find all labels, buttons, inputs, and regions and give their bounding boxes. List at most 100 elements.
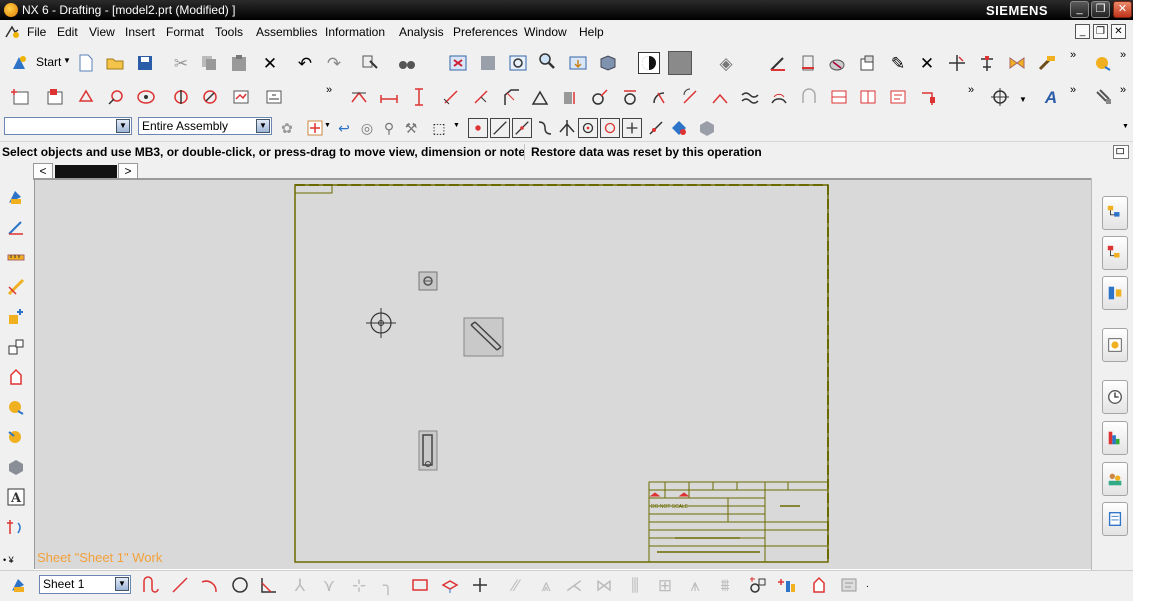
sheet-select[interactable]: Sheet 1 ▼ — [39, 575, 131, 594]
snap-mid-point-icon[interactable] — [512, 118, 532, 138]
overflow-chevron-icon-6[interactable]: » — [1120, 84, 1126, 96]
show-constraints-icon[interactable]: ⩚ — [684, 574, 706, 596]
ordinate-origin-icon[interactable] — [4, 515, 28, 539]
snap-control-point-icon[interactable] — [534, 117, 556, 139]
overflow-chevron-icon-4[interactable]: » — [968, 84, 974, 96]
dimension-style-icon[interactable] — [4, 275, 28, 299]
radius-dimension-icon[interactable] — [649, 86, 671, 108]
snap-existing-point-icon[interactable] — [622, 118, 642, 138]
parallel-dimension-icon[interactable] — [440, 86, 462, 108]
snap-end-point-icon[interactable] — [490, 118, 510, 138]
project-curve-icon[interactable]: ⋈ — [593, 574, 615, 596]
chamfer-icon[interactable]: ⅄ — [289, 574, 311, 596]
point-constructor-icon[interactable] — [668, 117, 690, 139]
center-mark-dropdown-icon[interactable]: ▼ — [1019, 95, 1027, 104]
cut-icon[interactable]: ✂ — [170, 52, 192, 74]
thickness-dimension-icon[interactable] — [739, 86, 761, 108]
nx-app-icon[interactable] — [4, 3, 18, 17]
mirror-curve-icon[interactable]: ⩓ — [535, 574, 557, 596]
roles-tab[interactable] — [1102, 462, 1128, 496]
general-selection-filter-icon[interactable]: ✿ — [276, 117, 298, 139]
start-icon[interactable] — [8, 52, 30, 74]
rectangle-select-dropdown-icon[interactable]: ▼ — [453, 122, 460, 129]
convert-reference-icon[interactable] — [747, 574, 769, 596]
constraint-navigator-tab[interactable] — [1102, 236, 1128, 270]
restore-icon[interactable]: ❐ — [1091, 1, 1110, 18]
center-mark-icon[interactable] — [989, 86, 1011, 108]
left-bar-more-icon[interactable]: • ¥ — [3, 555, 14, 565]
auto-dimension-icon[interactable] — [348, 86, 370, 108]
chain-dimension-icon[interactable] — [887, 86, 909, 108]
ordinate-dimension-icon[interactable] — [828, 86, 850, 108]
section-view-icon[interactable] — [170, 86, 192, 108]
origin-icon[interactable] — [976, 52, 998, 74]
horizontal-scroll-thumb[interactable] — [55, 165, 117, 178]
visualization-tab[interactable] — [1102, 421, 1128, 455]
menu-tools[interactable]: Tools — [215, 25, 243, 39]
perimeter-icon[interactable] — [798, 86, 820, 108]
outline-shape-icon[interactable] — [4, 365, 28, 389]
select-feature-icon[interactable]: ↩ — [333, 117, 355, 139]
menu-edit[interactable]: Edit — [57, 25, 78, 39]
table-note-icon[interactable] — [1093, 86, 1115, 108]
delete-sketch-item-icon[interactable] — [777, 574, 799, 596]
doc-close-icon[interactable]: ✕ — [1111, 24, 1126, 39]
status-toggle-icon[interactable] — [1113, 145, 1129, 159]
offset-curve-icon[interactable]: ⁄⁄ — [505, 574, 527, 596]
nx-menu-icon[interactable] — [4, 24, 20, 40]
snap-point-toggle-icon[interactable] — [304, 117, 326, 139]
assembly-navigator-tab[interactable] — [1102, 196, 1128, 230]
pencil-icon[interactable]: ✎ — [887, 52, 909, 74]
open-folder-icon[interactable] — [104, 52, 126, 74]
snap-arc-center-icon[interactable] — [578, 118, 598, 138]
selection-bar-overflow-icon[interactable]: ▼ — [1122, 123, 1129, 130]
snap-grid-icon[interactable] — [468, 118, 488, 138]
intersection-curve-icon[interactable]: ⋌ — [563, 574, 585, 596]
overflow-chevron-icon-2[interactable]: » — [1120, 49, 1126, 61]
view-boundary-icon[interactable] — [856, 52, 878, 74]
part-navigator-tab[interactable] — [1102, 276, 1128, 310]
selection-info-icon[interactable] — [359, 52, 381, 74]
view-manager-icon[interactable] — [263, 86, 285, 108]
bottom-overflow-icon[interactable]: . — [866, 579, 869, 590]
break-view-icon[interactable] — [230, 86, 252, 108]
redo-icon[interactable]: ↷ — [323, 52, 345, 74]
minimize-icon[interactable]: _ — [1070, 1, 1089, 18]
arc-length-icon[interactable] — [768, 86, 790, 108]
zoom-area-icon[interactable] — [477, 52, 499, 74]
delete-icon[interactable]: ✕ — [259, 52, 281, 74]
hatch-icon[interactable] — [826, 52, 848, 74]
snap-settings-icon[interactable] — [696, 117, 718, 139]
menu-assemblies[interactable]: Assemblies — [256, 25, 317, 39]
pan-icon[interactable] — [567, 52, 589, 74]
graphics-window[interactable]: DO NOT SCALE — [34, 178, 1091, 569]
menu-file[interactable]: File — [27, 25, 46, 39]
shaded-cube-icon[interactable] — [597, 52, 619, 74]
folded-radius-icon[interactable] — [709, 86, 731, 108]
drafting-edit-icon[interactable] — [767, 52, 789, 74]
auto-constraint-icon[interactable]: ⊞ — [654, 574, 676, 596]
menu-view[interactable]: View — [89, 25, 115, 39]
select-edge-icon[interactable]: ⚒ — [400, 117, 422, 139]
history-tab[interactable] — [1102, 328, 1128, 362]
drawing-view-front[interactable] — [418, 430, 438, 471]
snap-intersection-icon[interactable] — [556, 117, 578, 139]
sketch-constraint-icon[interactable] — [4, 335, 28, 359]
polygon-icon[interactable] — [439, 574, 461, 596]
view-orientation-icon[interactable]: ◈ — [715, 52, 737, 74]
feature-wizard-icon[interactable] — [4, 425, 28, 449]
menu-help[interactable]: Help — [579, 25, 604, 39]
profile-icon[interactable] — [140, 574, 162, 596]
arc-icon[interactable] — [198, 574, 220, 596]
background-color-icon[interactable] — [668, 51, 692, 75]
binoculars-icon[interactable] — [396, 52, 418, 74]
drawing-view-icon[interactable] — [4, 185, 28, 209]
rectangle-icon[interactable] — [409, 574, 431, 596]
analysis-wizard-icon[interactable] — [4, 395, 28, 419]
assembly-add-icon[interactable] — [4, 305, 28, 329]
ruler-icon[interactable] — [4, 245, 28, 269]
half-section-icon[interactable] — [199, 86, 221, 108]
save-icon[interactable] — [134, 52, 156, 74]
constraint-icon[interactable]: ⫼ — [624, 574, 646, 596]
doc-minimize-icon[interactable]: _ — [1075, 24, 1090, 39]
